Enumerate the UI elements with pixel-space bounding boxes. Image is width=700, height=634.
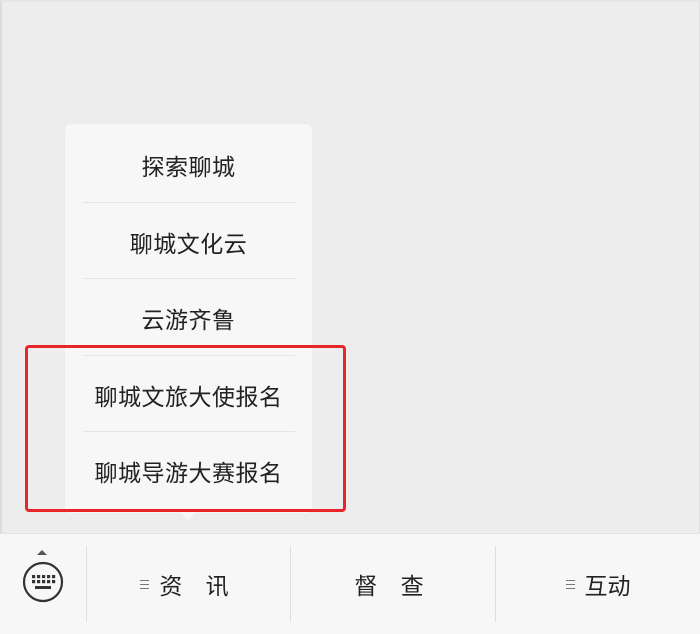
keyboard-icon [22,561,64,603]
tab-interaction[interactable]: 互动 [496,534,700,634]
tab-supervision-label: 督 查 [354,574,432,600]
bottom-menu-bar: 资 讯 督 查 互动 [0,533,700,634]
tab-news[interactable]: 资 讯 [87,534,290,634]
tab-news-label: 资 讯 [159,574,237,600]
keyboard-toggle-button[interactable] [0,534,85,634]
menu-lines-icon [565,579,575,589]
menu-lines-icon [140,579,150,589]
red-highlight-annotation [25,345,346,512]
tab-supervision[interactable]: 督 查 [291,534,495,634]
tab-interaction-label: 互动 [584,574,631,600]
menu-item-explore-liaocheng[interactable]: 探索聊城 [65,126,312,203]
popup-pointer-arrow [179,511,197,520]
menu-item-liaocheng-culture-cloud[interactable]: 聊城文化云 [65,203,312,280]
caret-up-icon [37,550,47,555]
